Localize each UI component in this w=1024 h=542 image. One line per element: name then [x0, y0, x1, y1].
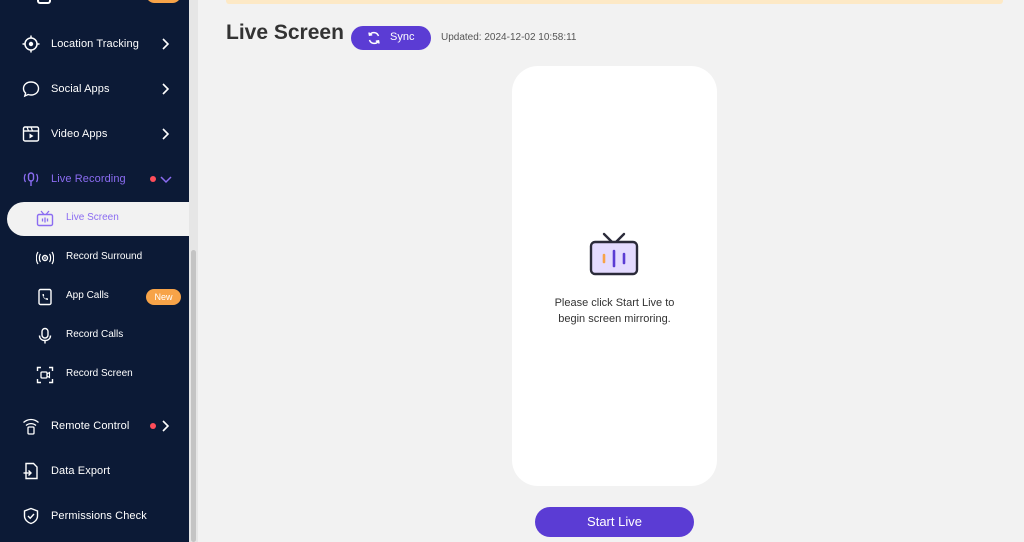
video-clapper-icon: [22, 126, 40, 142]
sidebar-item-live-recording[interactable]: Live Recording: [0, 161, 189, 197]
sidebar: Location Tracking Social Apps Video Apps…: [0, 0, 189, 542]
chevron-right-icon: [162, 83, 170, 95]
sidebar-subitem-record-surround[interactable]: Record Surround: [0, 241, 189, 275]
sync-icon: [368, 31, 380, 45]
notice-banner: [226, 0, 1003, 4]
sidebar-item-label: Remote Control: [51, 420, 130, 432]
last-updated-text: Updated: 2024-12-02 10:58:11: [441, 32, 577, 43]
placeholder-message: Please click Start Live to begin screen …: [512, 295, 717, 327]
new-badge: [146, 0, 181, 3]
location-target-icon: [22, 35, 40, 53]
placeholder-line: begin screen mirroring.: [558, 313, 671, 325]
chat-bubble-icon: [22, 81, 40, 98]
tv-icon: [36, 210, 54, 227]
device-icon: [37, 0, 51, 4]
chevron-right-icon: [162, 420, 170, 432]
surround-sound-icon: [36, 251, 54, 265]
shield-check-icon: [23, 507, 39, 525]
sidebar-subitem-label: App Calls: [66, 290, 109, 301]
page-title: Live Screen: [226, 21, 344, 44]
sidebar-item-permissions-check[interactable]: Permissions Check: [0, 498, 189, 534]
chevron-right-icon: [162, 128, 170, 140]
sidebar-subitem-app-calls[interactable]: App Calls New: [0, 280, 189, 314]
sync-button[interactable]: Sync: [351, 26, 431, 50]
live-screen-preview: Please click Start Live to begin screen …: [512, 66, 717, 486]
sidebar-item-label: Location Tracking: [51, 38, 139, 50]
start-live-button[interactable]: Start Live: [535, 507, 694, 537]
export-file-icon: [23, 462, 38, 480]
tv-icon: [589, 232, 639, 276]
microphone-broadcast-icon: [23, 172, 39, 186]
sidebar-item-label: Video Apps: [51, 128, 108, 140]
sidebar-item-data-export[interactable]: Data Export: [0, 453, 189, 489]
sidebar-item-label: Live Recording: [51, 173, 126, 185]
sync-button-label: Sync: [390, 31, 415, 43]
sidebar-subitem-live-screen[interactable]: Live Screen: [7, 202, 189, 236]
notification-dot: [150, 176, 156, 182]
remote-signal-icon: [23, 418, 39, 435]
phone-icon: [38, 288, 52, 306]
sidebar-subitem-record-screen[interactable]: Record Screen: [0, 358, 189, 392]
sidebar-item-remote-control[interactable]: Remote Control: [0, 408, 189, 444]
sidebar-subitem-label: Record Calls: [66, 329, 124, 340]
new-badge: New: [146, 289, 181, 305]
notification-dot: [150, 423, 156, 429]
sidebar-item-label: Social Apps: [51, 83, 110, 95]
chevron-right-icon: [162, 38, 170, 50]
sidebar-item-partial[interactable]: [0, 0, 189, 4]
chevron-down-icon: [160, 176, 172, 184]
microphone-icon: [38, 327, 52, 344]
screen-record-icon: [36, 366, 54, 384]
sidebar-item-label: Data Export: [51, 465, 111, 477]
sidebar-subitem-label: Record Screen: [66, 368, 133, 379]
sidebar-subitem-record-calls[interactable]: Record Calls: [0, 319, 189, 353]
sidebar-item-label: Permissions Check: [51, 510, 147, 522]
sidebar-item-video-apps[interactable]: Video Apps: [0, 116, 189, 152]
sidebar-subitem-label: Record Surround: [66, 251, 143, 262]
sidebar-item-social-apps[interactable]: Social Apps: [0, 71, 189, 107]
sidebar-subitem-label: Live Screen: [66, 212, 119, 223]
sidebar-scrollbar-thumb[interactable]: [191, 250, 196, 542]
sidebar-item-location-tracking[interactable]: Location Tracking: [0, 26, 189, 62]
placeholder-line: Please click Start Live to: [554, 297, 675, 309]
